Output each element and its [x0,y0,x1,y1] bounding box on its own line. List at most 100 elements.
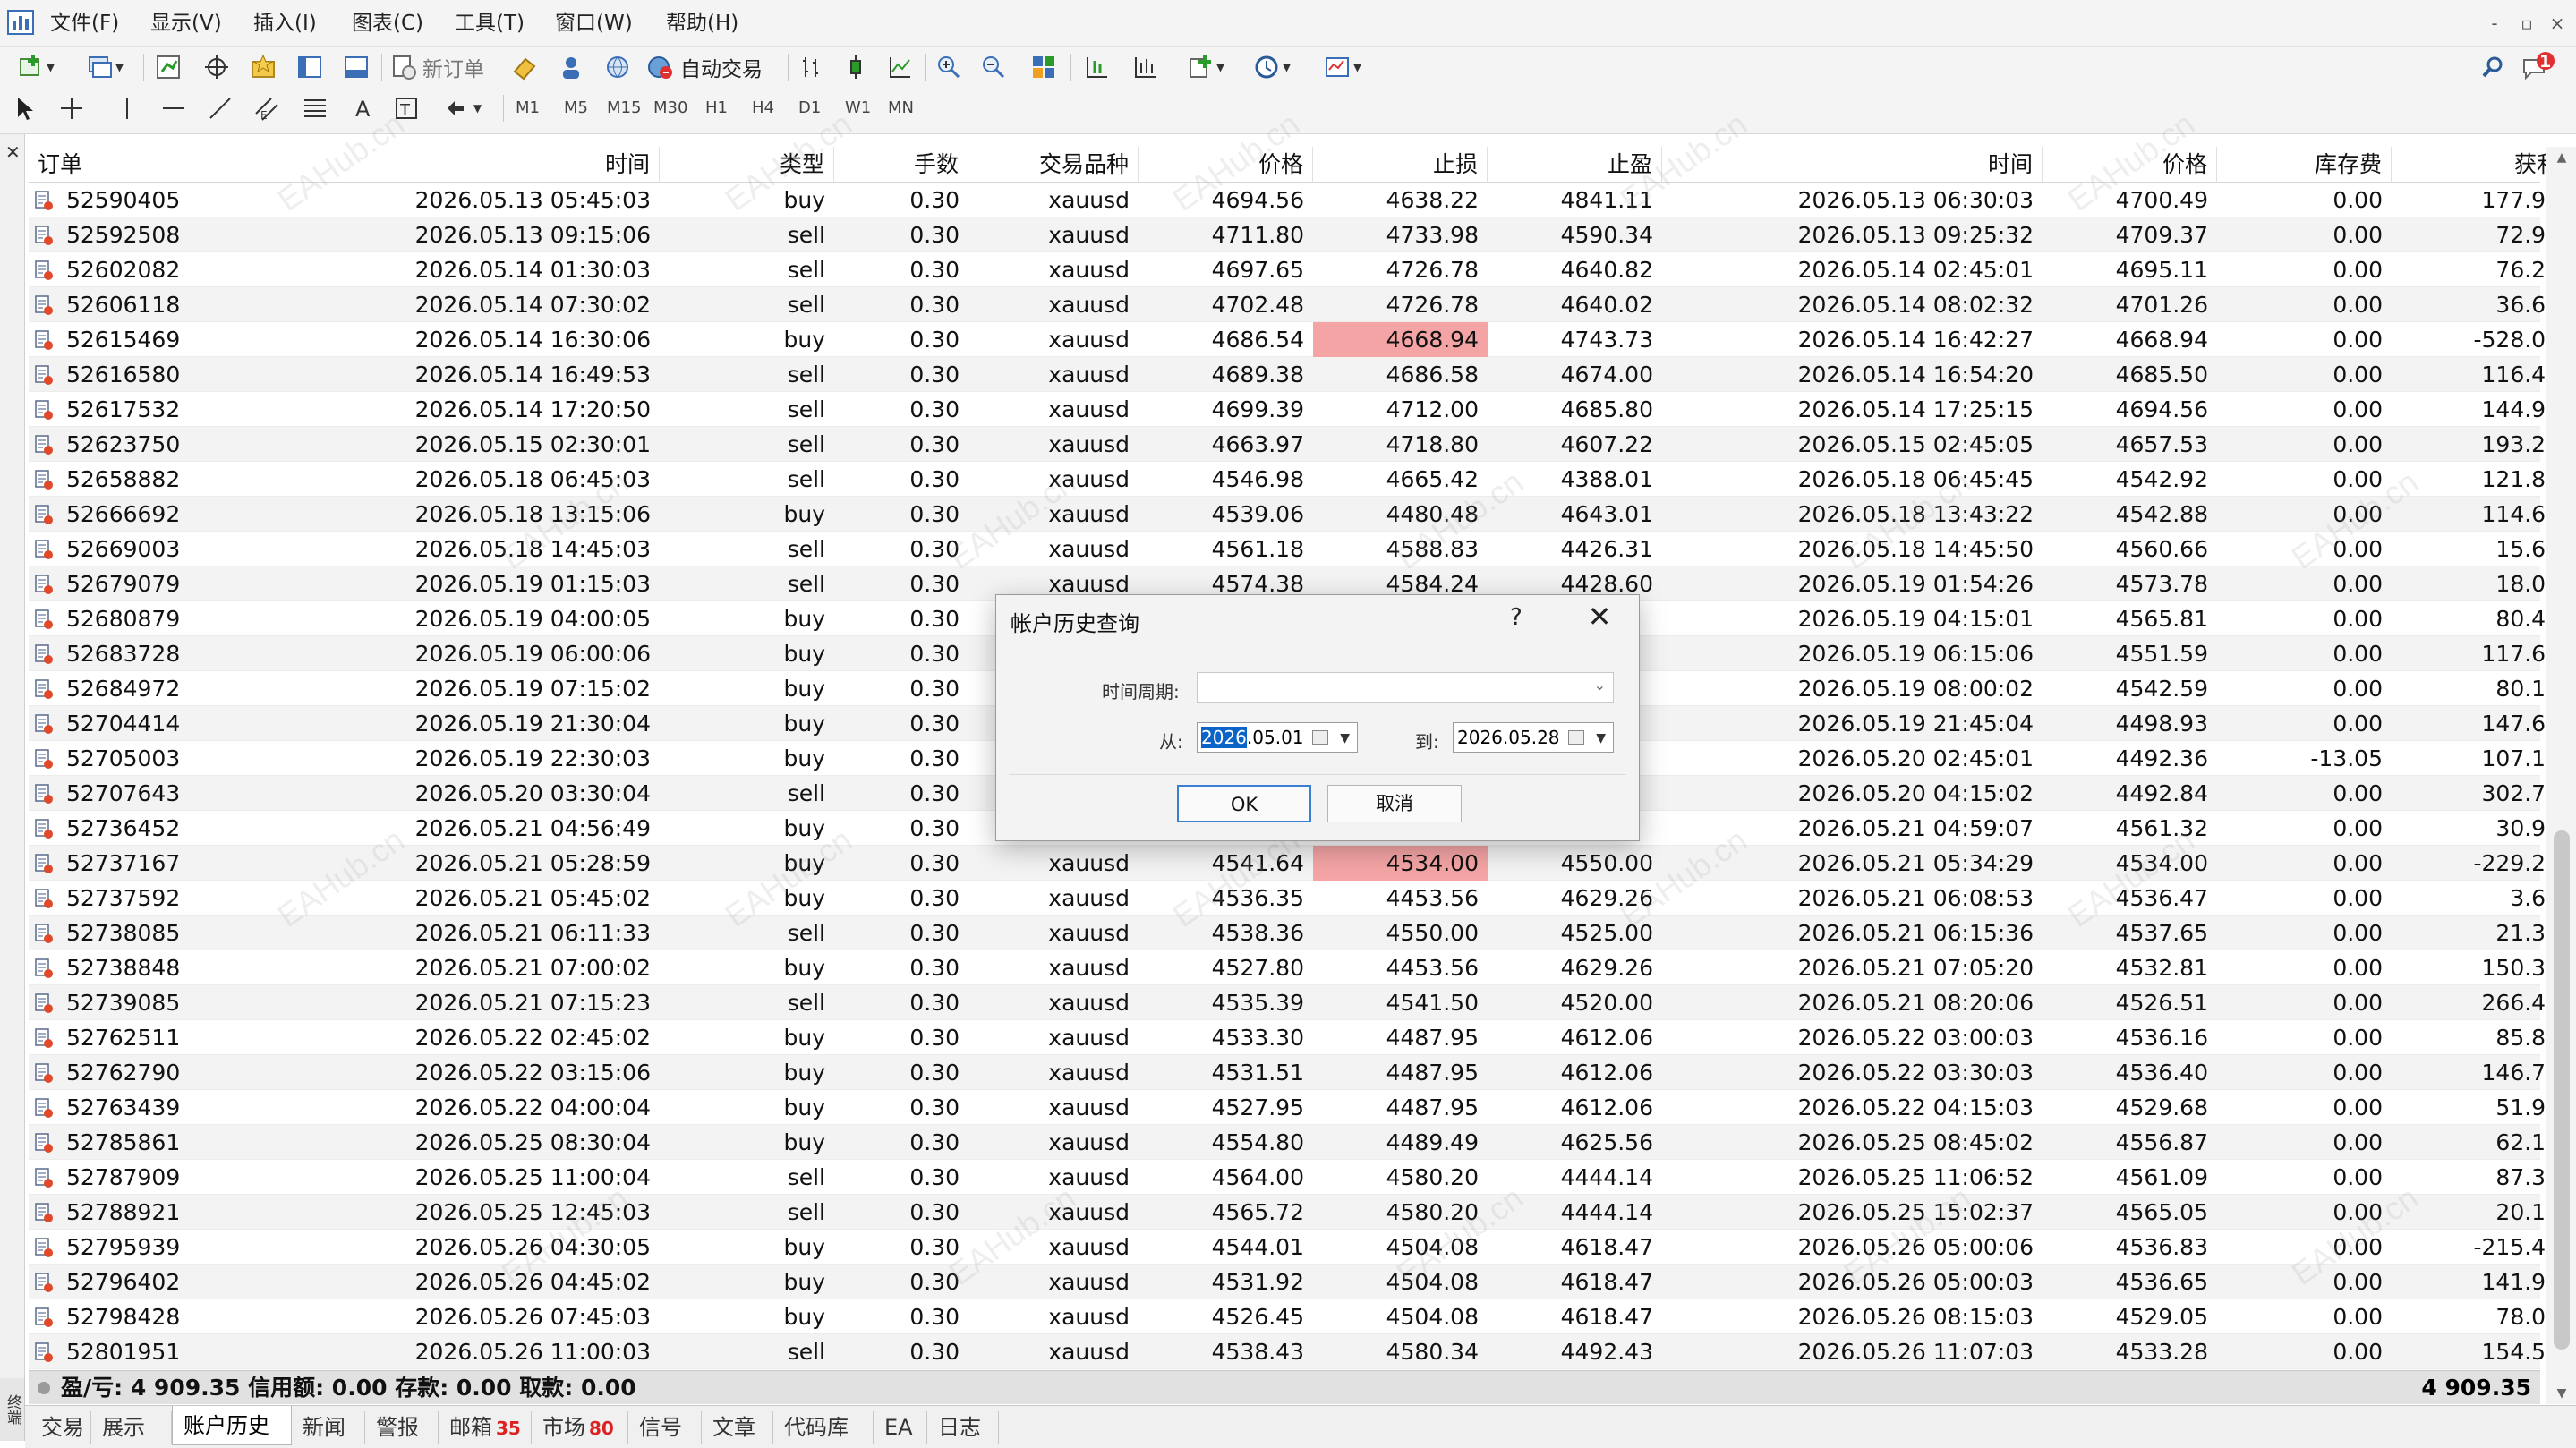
scrollbar-thumb[interactable] [2554,830,2570,1350]
table-row[interactable]: 52617532 2026.05.14 17:20:50 sell 0.30 xauus… [29,392,2560,427]
menu-help[interactable]: 帮助(H) [664,9,740,38]
tab-7[interactable]: 信号 [628,1411,702,1444]
menu-tools[interactable]: 工具(T) [453,9,526,38]
help-icon[interactable]: ? [1510,604,1523,631]
timeframe-m5[interactable]: M5 [564,98,588,117]
terminal-button[interactable] [292,52,328,82]
menu-view[interactable]: 显示(V) [149,9,224,38]
strategy-tester-button[interactable] [338,52,374,82]
timeframe-m30[interactable]: M30 [653,98,687,117]
menu-charts[interactable]: 图表(C) [350,9,425,38]
text-label-tool[interactable]: T [388,93,424,124]
market-watch-button[interactable] [150,52,186,82]
column-header-close-price[interactable]: 价格 [2043,147,2217,183]
table-row[interactable]: 52602082 2026.05.14 01:30:03 sell 0.30 xauus… [29,252,2560,287]
close-app-button[interactable]: × [2544,13,2571,34]
arrows-tool[interactable]: ▼ [433,93,492,124]
new-chart-button[interactable]: ▼ [9,52,63,82]
bar-chart-button[interactable] [793,52,829,82]
ok-button[interactable]: OK [1177,785,1311,822]
table-row[interactable]: 52666692 2026.05.18 13:15:06 buy 0.30 xauusd… [29,497,2560,532]
indicators-button[interactable]: ▼ [1180,52,1232,82]
vertical-scrollbar[interactable]: ▲ ▼ [2546,147,2576,1404]
vertical-line-tool[interactable] [111,93,143,124]
search-button[interactable] [2478,52,2508,82]
auto-trading-button[interactable]: 自动交易 [646,52,780,82]
table-row[interactable]: 52616580 2026.05.14 16:49:53 sell 0.30 xauus… [29,357,2560,392]
meta-editor-button[interactable] [507,52,542,82]
column-header-profit[interactable]: 获利 [2392,147,2569,183]
navigator-button[interactable] [245,52,281,82]
column-header-swap[interactable]: 库存费 [2217,147,2392,183]
tab-0[interactable]: 交易 [30,1411,91,1444]
notifications-button[interactable]: 1 [2519,52,2558,82]
column-header-order[interactable]: 订单 [29,147,252,183]
column-header-stop-loss[interactable]: 止损 [1313,147,1488,183]
tab-5[interactable]: 邮箱 35 [439,1411,532,1444]
table-row[interactable]: 52785861 2026.05.25 08:30:04 buy 0.30 xauusd… [29,1125,2560,1160]
table-row[interactable]: 52787909 2026.05.25 11:00:04 sell 0.30 xauus… [29,1160,2560,1195]
table-row[interactable]: 52615469 2026.05.14 16:30:06 buy 0.30 xauusd… [29,322,2560,357]
table-row[interactable]: 52762790 2026.05.22 03:15:06 buy 0.30 xauusd… [29,1055,2560,1090]
table-row[interactable]: 52795939 2026.05.26 04:30:05 buy 0.30 xauusd… [29,1230,2560,1265]
period-select[interactable]: ⌄ [1197,672,1614,703]
tab-6[interactable]: 市场 80 [532,1411,628,1444]
tab-2[interactable]: 账户历史 [172,1406,292,1445]
fibonacci-tool[interactable] [297,93,333,124]
zoom-in-button[interactable] [931,52,967,82]
tab-8[interactable]: 文章 [702,1411,773,1444]
trendline-tool[interactable] [204,93,236,124]
cursor-tool[interactable] [9,93,41,124]
line-chart-button[interactable] [883,52,918,82]
table-row[interactable]: 52592508 2026.05.13 09:15:06 sell 0.30 xauus… [29,217,2560,252]
autoscroll-button[interactable] [1128,52,1164,82]
timeframe-mn[interactable]: MN [888,98,914,117]
templates-button[interactable]: ▼ [1316,52,1369,82]
column-header-open-time[interactable]: 时间 [252,147,660,183]
restore-button[interactable]: ▫ [2513,13,2540,34]
table-row[interactable]: 52669003 2026.05.18 14:45:03 sell 0.30 xauus… [29,532,2560,566]
community-button[interactable] [553,52,589,82]
table-row[interactable]: 52762511 2026.05.22 02:45:02 buy 0.30 xauusd… [29,1020,2560,1055]
menu-window[interactable]: 窗口(W) [553,9,635,38]
new-order-button[interactable]: 新订单 [390,52,507,82]
tile-windows-button[interactable] [1026,52,1062,82]
tab-9[interactable]: 代码库 [773,1411,874,1444]
tab-4[interactable]: 警报 [365,1411,439,1444]
table-row[interactable]: 52788921 2026.05.25 12:45:03 sell 0.30 xauus… [29,1195,2560,1230]
chart-shift-button[interactable] [1079,52,1115,82]
horizontal-line-tool[interactable] [158,93,190,124]
column-header-take-profit[interactable]: 止盈 [1488,147,1662,183]
table-row[interactable]: 52738848 2026.05.21 07:00:02 buy 0.30 xauusd… [29,950,2560,985]
tab-3[interactable]: 新闻 [292,1411,365,1444]
panel-close-icon[interactable]: ✕ [5,141,21,163]
table-row[interactable]: 52796402 2026.05.26 04:45:02 buy 0.30 xauusd… [29,1265,2560,1299]
table-row[interactable]: 52738085 2026.05.21 06:11:33 sell 0.30 xauus… [29,916,2560,950]
dialog-close-button[interactable]: ✕ [1578,599,1621,635]
menu-file[interactable]: 文件(F) [48,9,121,38]
column-header-lots[interactable]: 手数 [834,147,968,183]
table-row[interactable]: 52737167 2026.05.21 05:28:59 buy 0.30 xauusd… [29,846,2560,881]
candlestick-button[interactable] [838,52,874,82]
scroll-down-icon[interactable]: ▼ [2546,1386,2576,1401]
crosshair-tool[interactable] [55,93,88,124]
timeframe-m15[interactable]: M15 [607,98,641,117]
tab-10[interactable]: EA [874,1411,927,1444]
table-row[interactable]: 52801951 2026.05.26 11:00:03 sell 0.30 xauus… [29,1334,2560,1369]
table-row[interactable]: 52737592 2026.05.21 05:45:02 buy 0.30 xauusd… [29,881,2560,916]
table-row[interactable]: 52623750 2026.05.15 02:30:01 sell 0.30 xauus… [29,427,2560,462]
periodicity-button[interactable]: ▼ [1246,52,1298,82]
column-header-type[interactable]: 类型 [660,147,834,183]
from-date-picker[interactable]: 2026.05.01 ▼ [1197,722,1358,753]
text-tool[interactable]: A [345,93,381,124]
table-row[interactable]: 52658882 2026.05.18 06:45:03 sell 0.30 xauus… [29,462,2560,497]
signals-button[interactable] [600,52,635,82]
column-header-close-time[interactable]: 时间 [1662,147,2043,183]
data-window-button[interactable] [199,52,235,82]
column-header-open-price[interactable]: 价格 [1139,147,1313,183]
scroll-up-icon[interactable]: ▲ [2546,150,2576,165]
timeframe-h4[interactable]: H4 [752,98,774,117]
table-row[interactable]: 52763439 2026.05.22 04:00:04 buy 0.30 xauusd… [29,1090,2560,1125]
table-row[interactable]: 52590405 2026.05.13 05:45:03 buy 0.30 xauusd… [29,183,2560,217]
timeframe-d1[interactable]: D1 [798,98,821,117]
